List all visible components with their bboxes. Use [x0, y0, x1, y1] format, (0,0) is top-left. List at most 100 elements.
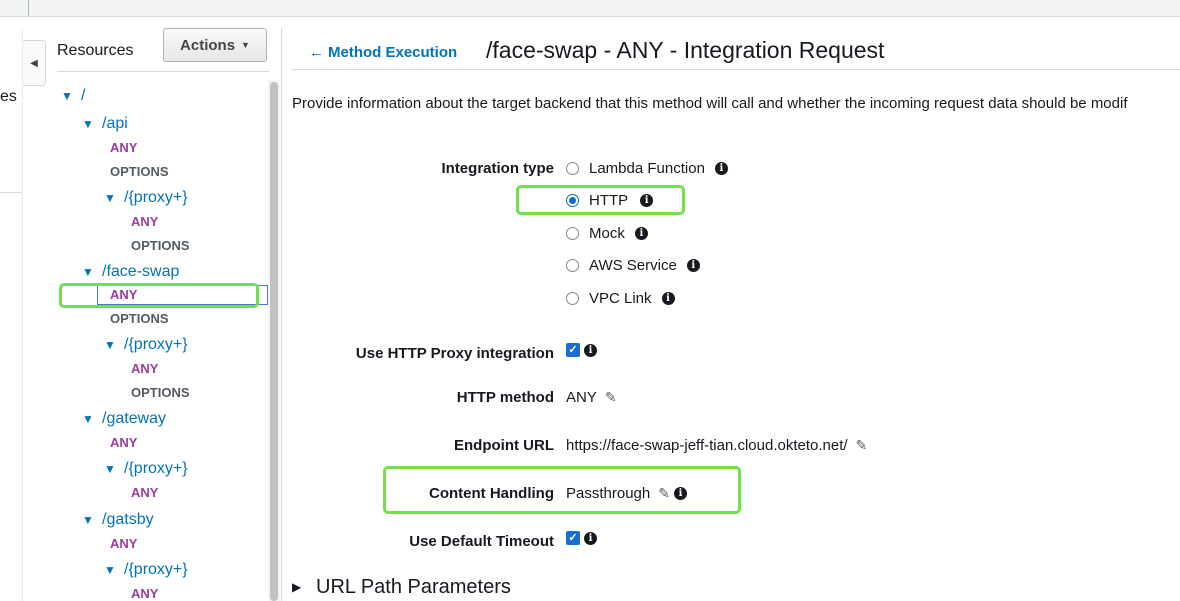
method-any[interactable]: ANY	[110, 140, 137, 155]
collapse-nav-button[interactable]: ◀	[23, 40, 46, 86]
radio-mock[interactable]	[566, 227, 579, 240]
expand-triangle-icon[interactable]: ▼	[82, 265, 96, 279]
proxy-integration-label: Use HTTP Proxy integration	[355, 345, 554, 362]
endpoint-url-field: https://face-swap-jeff-tian.cloud.okteto…	[566, 437, 867, 454]
tree-node-gatsby[interactable]: ▼ /gatsby	[82, 511, 154, 529]
method-options[interactable]: OPTIONS	[131, 385, 190, 400]
proxy-integration-field[interactable]: ✓ i	[566, 343, 597, 357]
pencil-icon[interactable]: ✎	[856, 437, 868, 454]
top-bar-divider	[28, 0, 29, 16]
caret-down-icon: ▼	[241, 40, 250, 50]
resources-title: Resources	[57, 42, 134, 59]
info-icon[interactable]: i	[673, 487, 687, 500]
http-method-label: HTTP method	[456, 389, 554, 406]
tree-node-label[interactable]: /gatsby	[102, 511, 154, 529]
option-lambda-function[interactable]: Lambda Function i	[566, 160, 728, 177]
tree-node-label[interactable]: /{proxy+}	[124, 561, 188, 579]
top-bar	[0, 0, 1180, 17]
tree-node-label[interactable]: /{proxy+}	[124, 336, 188, 354]
info-icon[interactable]: i	[686, 259, 700, 272]
http-method-value: ANY	[566, 389, 597, 406]
scrollbar-thumb[interactable]	[270, 82, 278, 601]
option-label[interactable]: Lambda Function	[589, 160, 705, 177]
expand-triangle-icon[interactable]: ▼	[104, 563, 118, 577]
method-any[interactable]: ANY	[131, 586, 158, 601]
option-label[interactable]: AWS Service	[589, 257, 677, 274]
pencil-icon[interactable]: ✎	[605, 389, 617, 406]
method-any[interactable]: ANY	[131, 214, 158, 229]
method-options[interactable]: OPTIONS	[110, 164, 169, 179]
expand-triangle-icon[interactable]: ▼	[82, 412, 96, 426]
back-to-method-execution-link[interactable]: ← Method Execution	[309, 44, 457, 61]
tree-node-proxy[interactable]: ▼ /{proxy+}	[104, 561, 188, 579]
endpoint-url-value: https://face-swap-jeff-tian.cloud.okteto…	[566, 437, 848, 454]
http-method-field: ANY ✎	[566, 389, 617, 406]
tree-node-label[interactable]: /api	[102, 115, 128, 133]
option-aws-service[interactable]: AWS Service i	[566, 257, 700, 274]
content-handling-value: Passthrough	[566, 485, 651, 502]
endpoint-url-label: Endpoint URL	[454, 437, 554, 454]
expand-triangle-icon[interactable]: ▼	[82, 117, 96, 131]
expand-section-icon[interactable]: ▶	[292, 580, 301, 594]
pencil-icon[interactable]: ✎	[658, 485, 670, 502]
info-icon[interactable]: i	[584, 531, 597, 545]
tree-node-label[interactable]: /{proxy+}	[124, 189, 188, 207]
highlight-box	[59, 283, 259, 308]
method-options[interactable]: OPTIONS	[110, 311, 169, 326]
tree-node-proxy[interactable]: ▼ /{proxy+}	[104, 460, 188, 478]
info-icon[interactable]: i	[584, 343, 597, 357]
back-link-label: Method Execution	[328, 44, 458, 61]
tree-node-label[interactable]: /face-swap	[102, 263, 179, 281]
tree-node-label[interactable]: /{proxy+}	[124, 460, 188, 478]
tree-node-root[interactable]: ▼ /	[61, 87, 85, 105]
page-title: /face-swap - ANY - Integration Request	[486, 37, 885, 63]
tree-node-proxy[interactable]: ▼ /{proxy+}	[104, 189, 188, 207]
actions-button[interactable]: Actions ▼	[163, 28, 267, 62]
actions-label: Actions	[180, 36, 236, 54]
method-any[interactable]: ANY	[131, 361, 158, 376]
tree-node-label[interactable]: /gateway	[102, 410, 166, 428]
highlight-box	[516, 185, 685, 215]
tree-node-gateway[interactable]: ▼ /gateway	[82, 410, 166, 428]
default-timeout-field[interactable]: ✓ i	[566, 531, 597, 545]
expand-triangle-icon[interactable]: ▼	[104, 191, 118, 205]
panel-divider	[281, 28, 282, 601]
content-handling-label: Content Handling	[429, 485, 554, 502]
left-nav-border	[22, 28, 23, 601]
method-any[interactable]: ANY	[110, 536, 137, 551]
left-nav-divider	[0, 192, 22, 193]
url-path-parameters-section[interactable]: URL Path Parameters	[316, 576, 511, 599]
radio-lambda-function[interactable]	[566, 162, 579, 175]
info-icon[interactable]: i	[661, 292, 675, 305]
option-label[interactable]: VPC Link	[589, 290, 652, 307]
content-handling-field: Passthrough ✎ i	[566, 485, 687, 502]
proxy-integration-checkbox[interactable]: ✓	[566, 343, 580, 357]
default-timeout-label: Use Default Timeout	[409, 533, 554, 550]
left-nav-item-fragment[interactable]: es	[0, 88, 17, 106]
method-options[interactable]: OPTIONS	[131, 238, 190, 253]
tree-node-api[interactable]: ▼ /api	[82, 115, 128, 133]
arrow-left-icon: ←	[309, 44, 324, 61]
expand-triangle-icon[interactable]: ▼	[82, 513, 96, 527]
info-icon[interactable]: i	[634, 227, 648, 240]
option-mock[interactable]: Mock i	[566, 225, 648, 242]
expand-triangle-icon[interactable]: ▼	[61, 89, 75, 103]
radio-aws-service[interactable]	[566, 259, 579, 272]
page-description: Provide information about the target bac…	[292, 95, 1128, 112]
header-divider	[292, 69, 1180, 70]
tree-node-face-swap[interactable]: ▼ /face-swap	[82, 263, 179, 281]
expand-triangle-icon[interactable]: ▼	[104, 338, 118, 352]
option-vpc-link[interactable]: VPC Link i	[566, 290, 675, 307]
integration-type-label: Integration type	[441, 160, 554, 177]
radio-vpc-link[interactable]	[566, 292, 579, 305]
caret-left-icon: ◀	[30, 57, 38, 69]
default-timeout-checkbox[interactable]: ✓	[566, 531, 580, 545]
method-any[interactable]: ANY	[131, 485, 158, 500]
tree-node-label[interactable]: /	[81, 87, 85, 105]
expand-triangle-icon[interactable]: ▼	[104, 462, 118, 476]
resources-divider	[57, 71, 269, 72]
option-label[interactable]: Mock	[589, 225, 625, 242]
info-icon[interactable]: i	[714, 162, 728, 175]
tree-node-proxy[interactable]: ▼ /{proxy+}	[104, 336, 188, 354]
method-any[interactable]: ANY	[110, 435, 137, 450]
